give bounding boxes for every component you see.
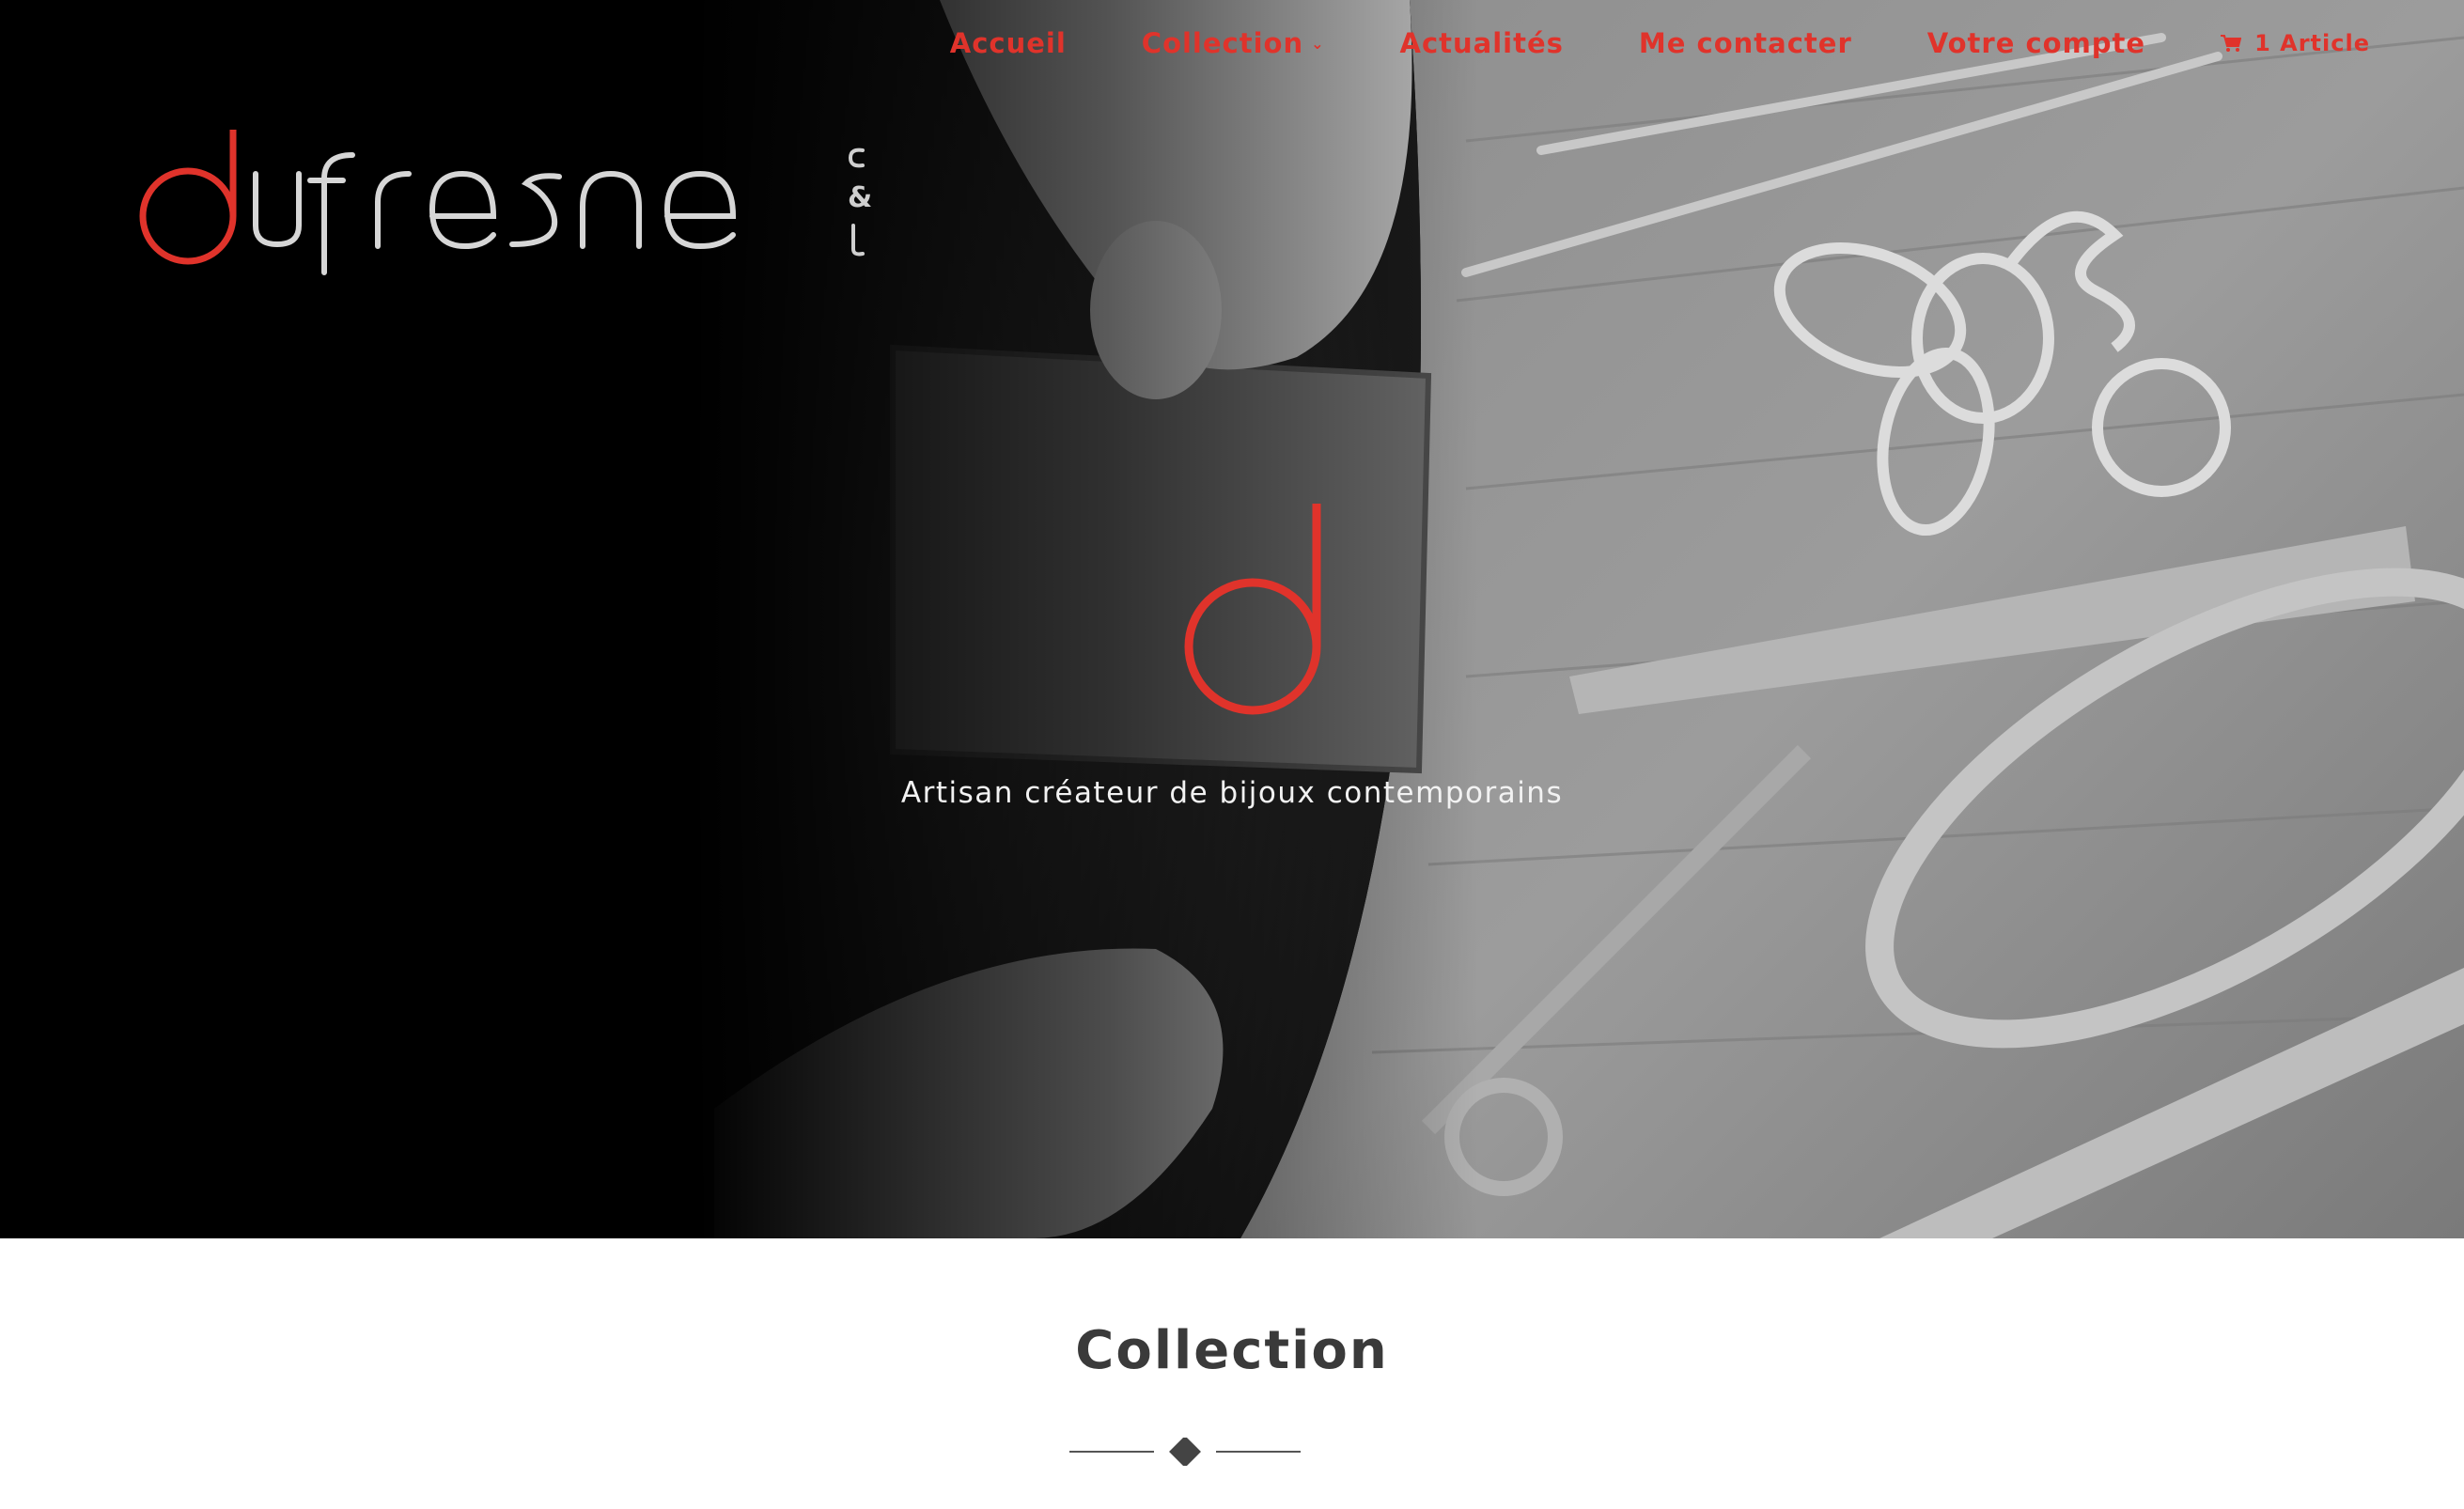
brand-mark-icon	[1184, 504, 1321, 715]
nav-item-collection[interactable]: Collection ⌄	[1142, 27, 1325, 59]
nav-item-label: Votre compte	[1926, 27, 2146, 59]
nav-item-accueil[interactable]: Accueil	[950, 27, 1067, 59]
hero-tagline: Artisan créateur de bijoux contemporains	[900, 776, 1564, 810]
brand-logo[interactable]: &	[132, 122, 883, 282]
section-divider	[1069, 1438, 1301, 1466]
nav-item-account[interactable]: Votre compte	[1927, 27, 2145, 59]
logo-ampersand: &	[848, 181, 872, 214]
nav-item-label: Accueil	[949, 27, 1067, 59]
main-nav: Accueil Collection ⌄ Actualités Me conta…	[950, 24, 2370, 62]
cart-link[interactable]: 1 Article	[2221, 30, 2370, 56]
nav-item-label: Me contacter	[1638, 27, 1852, 59]
hero-banner: Accueil Collection ⌄ Actualités Me conta…	[0, 0, 2464, 1238]
chevron-down-icon: ⌄	[1311, 34, 1325, 53]
diamond-icon	[1169, 1438, 1201, 1466]
nav-item-label: Actualités	[1399, 27, 1564, 59]
section-title: Collection	[1075, 1320, 1389, 1381]
nav-item-label: Collection	[1141, 27, 1304, 59]
cart-icon	[2221, 35, 2242, 52]
nav-item-actualites[interactable]: Actualités	[1400, 27, 1564, 59]
nav-item-contact[interactable]: Me contacter	[1639, 27, 1852, 59]
cart-count: 1 Article	[2254, 30, 2370, 56]
